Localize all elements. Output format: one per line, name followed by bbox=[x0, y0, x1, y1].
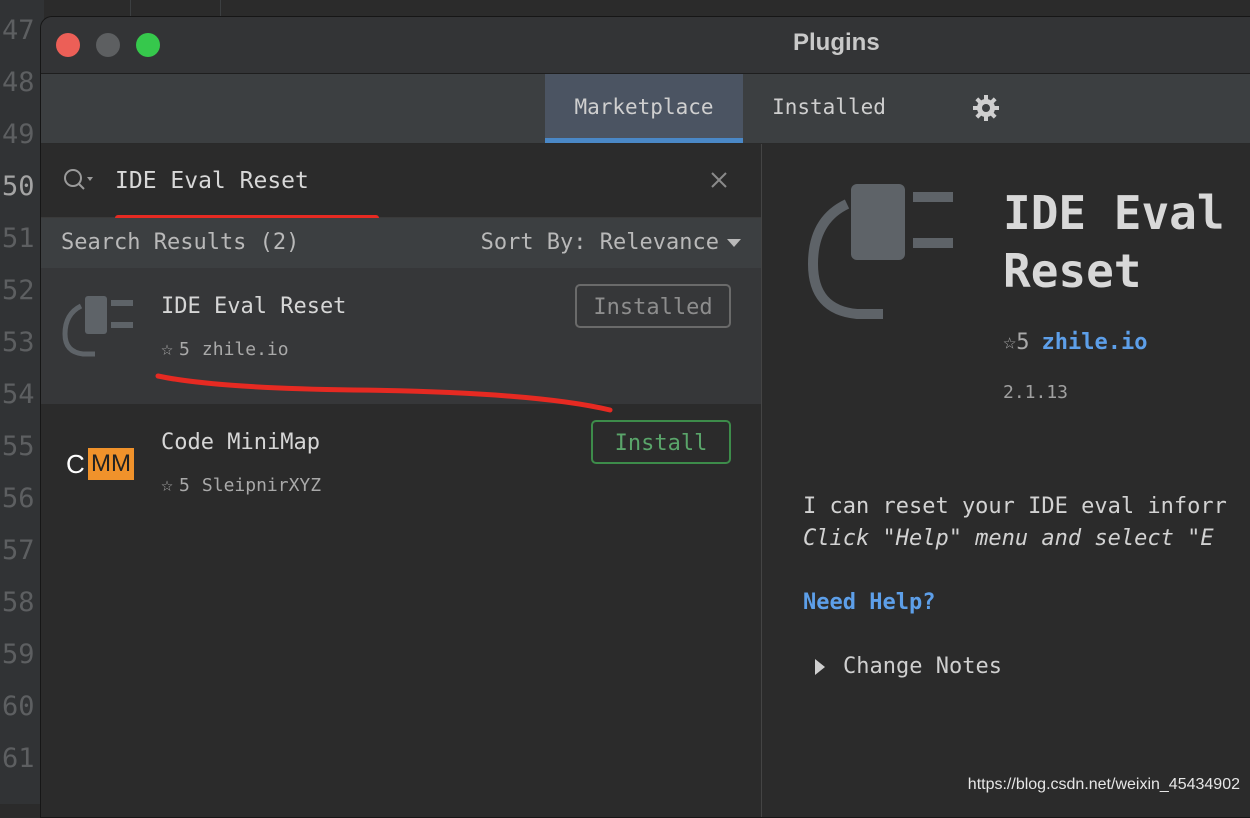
chevron-right-icon bbox=[815, 659, 825, 675]
close-window-button[interactable] bbox=[56, 33, 80, 57]
description-text: Click "Help" menu and select "E bbox=[803, 526, 1214, 551]
plugin-name: Code MiniMap bbox=[161, 430, 320, 455]
sort-dropdown[interactable]: Sort By: Relevance bbox=[481, 230, 741, 255]
logo-badge: MM bbox=[88, 448, 134, 480]
close-icon[interactable] bbox=[709, 170, 729, 190]
star-icon: ☆ bbox=[1003, 330, 1017, 355]
plug-icon bbox=[807, 184, 953, 319]
zoom-window-button[interactable] bbox=[136, 33, 160, 57]
plugin-detail-pane: IDE Eval Reset ☆5 zhile.io 2.1.13 I can r… bbox=[763, 144, 1250, 817]
need-help-link[interactable]: Need Help? bbox=[803, 590, 935, 615]
gear-icon[interactable] bbox=[971, 93, 1001, 123]
plugin-rating: 5 bbox=[179, 475, 190, 496]
detail-plugin-name: IDE Eval Reset bbox=[1003, 186, 1225, 298]
chevron-down-icon bbox=[727, 239, 741, 247]
search-bar bbox=[41, 144, 761, 218]
detail-rating: 5 bbox=[1016, 330, 1030, 355]
vendor-link[interactable]: zhile.io bbox=[1042, 330, 1148, 355]
search-input[interactable] bbox=[113, 160, 677, 202]
plugin-name: IDE Eval Reset bbox=[161, 294, 347, 319]
detail-version: 2.1.13 bbox=[1003, 382, 1069, 403]
tab-label: Installed bbox=[772, 95, 886, 119]
watermark: https://blog.csdn.net/weixin_45434902 bbox=[967, 776, 1240, 793]
tab-marketplace[interactable]: Marketplace bbox=[545, 74, 743, 143]
tab-bar: Marketplace Installed bbox=[41, 74, 1250, 144]
minimize-window-button[interactable] bbox=[96, 33, 120, 57]
results-header: Search Results (2) Sort By: Relevance bbox=[41, 218, 761, 268]
results-count: Search Results (2) bbox=[61, 230, 300, 255]
plugin-meta: ☆ 5 zhile.io bbox=[161, 336, 289, 360]
title-bar: Plugins bbox=[41, 17, 1250, 74]
cmm-logo: C MM bbox=[66, 446, 136, 482]
annotation-underline bbox=[155, 373, 613, 413]
plug-icon bbox=[62, 296, 133, 357]
plugin-list-item[interactable]: C MM Code MiniMap ☆ 5 SleipnirXYZ Install bbox=[41, 404, 761, 540]
tab-label: Marketplace bbox=[574, 95, 714, 119]
tab-installed[interactable]: Installed bbox=[749, 74, 909, 143]
window-title: Plugins bbox=[793, 29, 880, 56]
logo-letter: C bbox=[66, 449, 85, 479]
star-icon: ☆ bbox=[161, 336, 174, 360]
plugin-rating: 5 bbox=[179, 339, 190, 360]
plugin-list-pane: Search Results (2) Sort By: Relevance ID… bbox=[41, 144, 762, 817]
search-icon[interactable] bbox=[63, 168, 97, 192]
description-text: I can reset your IDE eval inforr bbox=[803, 494, 1227, 519]
plugin-vendor: zhile.io bbox=[201, 339, 289, 360]
sort-label: Sort By: Relevance bbox=[480, 230, 719, 255]
star-icon: ☆ bbox=[161, 472, 174, 496]
install-button[interactable]: Install bbox=[591, 420, 731, 464]
active-tab-indicator bbox=[545, 138, 743, 143]
installed-button[interactable]: Installed bbox=[575, 284, 731, 328]
editor-gutter: 47 48 49 50 51 52 53 54 55 56 57 58 59 6… bbox=[0, 0, 44, 804]
change-notes-label: Change Notes bbox=[843, 654, 1002, 679]
detail-meta: ☆5 zhile.io bbox=[1003, 330, 1147, 355]
plugin-vendor: SleipnirXYZ bbox=[201, 475, 322, 496]
change-notes-toggle[interactable]: Change Notes bbox=[815, 654, 1002, 679]
plugin-meta: ☆ 5 SleipnirXYZ bbox=[161, 472, 321, 496]
